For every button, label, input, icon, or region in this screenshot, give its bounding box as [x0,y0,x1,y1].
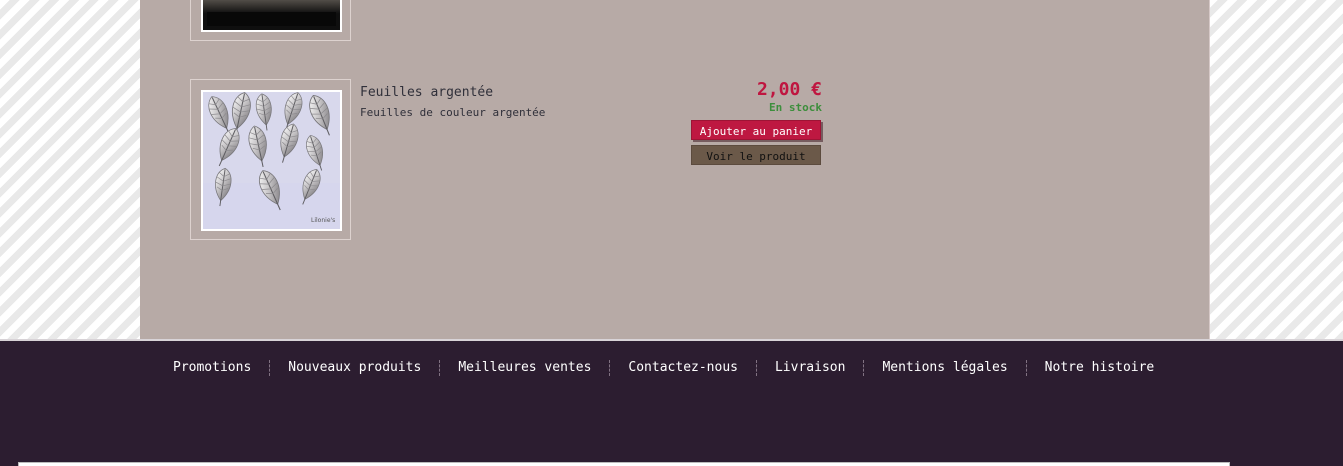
product-price: 2,00 € [756,79,822,100]
footer-link-new-products[interactable]: Nouveaux produits [269,360,439,376]
footer-link-contact[interactable]: Contactez-nous [609,360,756,376]
product-thumbnail-frame[interactable]: Lilonie's [190,79,351,240]
site-footer: Promotions Nouveaux produits Meilleures … [0,339,1343,466]
footer-link-best-sellers[interactable]: Meilleures ventes [439,360,609,376]
product-name[interactable]: Feuilles argentée [360,85,493,100]
previous-product-thumbnail[interactable] [201,0,342,32]
previous-product-photo-image [203,0,340,30]
product-description: Feuilles de couleur argentée [360,106,546,119]
product-image-watermark: Lilonie's [311,217,335,224]
silver-leaves-photo-image: Lilonie's [203,92,340,229]
footer-link-our-story[interactable]: Notre histoire [1025,360,1173,376]
product-thumbnail[interactable]: Lilonie's [201,90,342,231]
previous-product-thumbnail-frame[interactable] [190,0,351,41]
footer-link-delivery[interactable]: Livraison [755,360,863,376]
product-list-area: Lilonie's Feuilles argentée Feuilles de … [140,0,1210,339]
footer-link-promotions[interactable]: Promotions [155,360,269,376]
stock-status: En stock [769,101,822,114]
add-to-cart-button[interactable]: Ajouter au panier [691,120,821,140]
bottom-input-bar[interactable] [18,462,1230,466]
footer-link-legal[interactable]: Mentions légales [863,360,1025,376]
footer-navigation: Promotions Nouveaux produits Meilleures … [155,360,1172,376]
view-product-button[interactable]: Voir le produit [691,145,821,165]
